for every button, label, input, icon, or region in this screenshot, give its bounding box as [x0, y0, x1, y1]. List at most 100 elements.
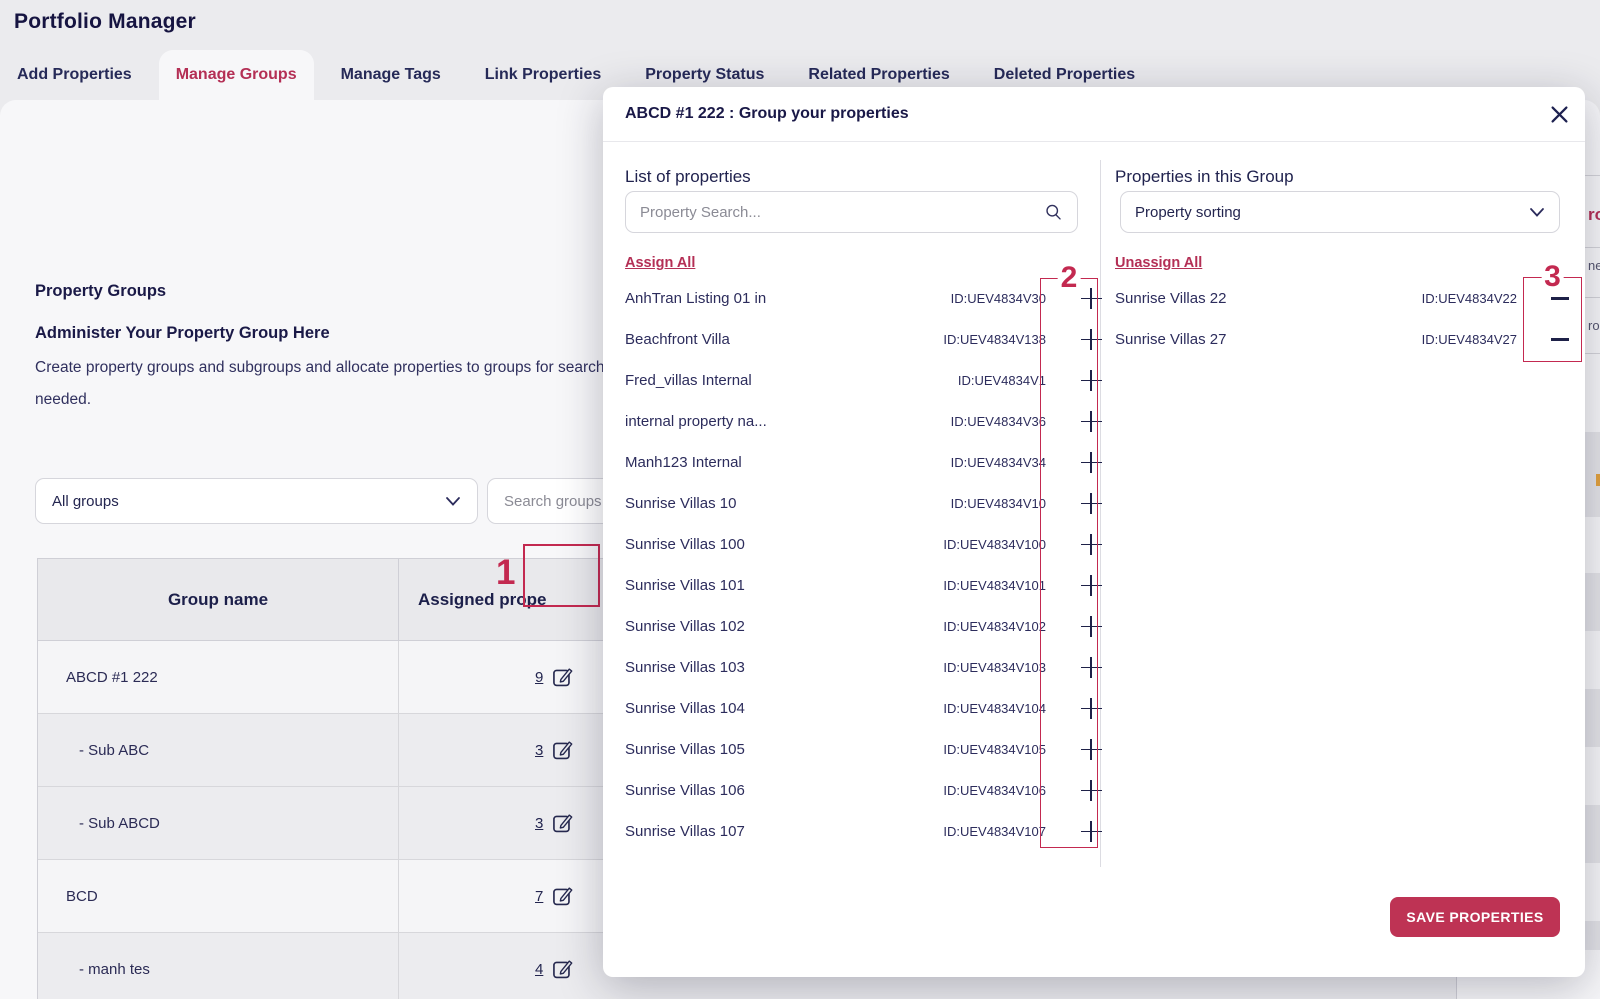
- property-id: ID:UEV4834V105: [943, 742, 1046, 757]
- background-row-band: [1585, 689, 1600, 747]
- portfolio-manager-page: Portfolio Manager Add Properties Manage …: [0, 0, 1600, 999]
- section-description-line2: needed.: [35, 391, 92, 408]
- tab-label: Property Status: [645, 66, 765, 83]
- property-list-item: Sunrise Villas 104 ID:UEV4834V104: [625, 688, 1102, 729]
- property-name: Sunrise Villas 101: [625, 577, 745, 594]
- available-properties-list: AnhTran Listing 01 in ID:UEV4834V30 Beac…: [625, 278, 1102, 852]
- tab-label: Deleted Properties: [993, 66, 1136, 83]
- property-name: Sunrise Villas 22: [1115, 290, 1227, 307]
- background-row-band: [1585, 573, 1600, 631]
- assigned-count-link[interactable]: 3: [535, 815, 543, 832]
- property-id: ID:UEV4834V103: [943, 660, 1046, 675]
- property-list-item: Sunrise Villas 10 ID:UEV4834V10: [625, 483, 1102, 524]
- background-icon-fragment: [1596, 474, 1600, 486]
- group-name: - Sub ABCD: [38, 787, 399, 859]
- property-list-item: Sunrise Villas 106 ID:UEV4834V106: [625, 770, 1102, 811]
- property-id: ID:UEV4834V10: [950, 496, 1046, 511]
- property-id: ID:UEV4834V104: [943, 701, 1046, 716]
- tab-label: Related Properties: [808, 66, 950, 83]
- tab-label: Link Properties: [484, 66, 602, 83]
- property-list-item: Sunrise Villas 102 ID:UEV4834V102: [625, 606, 1102, 647]
- property-id: ID:UEV4834V107: [943, 824, 1046, 839]
- edit-group-icon[interactable]: [551, 958, 573, 980]
- annotation-box-2: 2: [1040, 262, 1098, 848]
- property-sorting-select[interactable]: Property sorting: [1120, 191, 1560, 233]
- property-list-item: Manh123 Internal ID:UEV4834V34: [625, 442, 1102, 483]
- property-id: ID:UEV4834V27: [1421, 332, 1517, 347]
- background-row-band: [1585, 921, 1600, 950]
- edit-group-icon[interactable]: [551, 812, 573, 834]
- close-icon: [1550, 105, 1568, 123]
- properties-in-group-heading: Properties in this Group: [1115, 167, 1294, 186]
- group-properties-modal: ABCD #1 222 : Group your properties List…: [603, 87, 1585, 977]
- property-list-item: Sunrise Villas 105 ID:UEV4834V105: [625, 729, 1102, 770]
- edit-group-icon[interactable]: [551, 666, 573, 688]
- property-list-item: Beachfront Villa ID:UEV4834V138: [625, 319, 1102, 360]
- property-name: Sunrise Villas 102: [625, 618, 745, 635]
- close-button[interactable]: [1545, 100, 1573, 128]
- property-id: ID:UEV4834V100: [943, 537, 1046, 552]
- tab-label: Manage Tags: [340, 66, 441, 83]
- assigned-property-item: Sunrise Villas 22 ID:UEV4834V22: [1115, 278, 1569, 319]
- background-text-fragment: ne: [1588, 258, 1600, 273]
- tab-manage-groups[interactable]: Manage Groups: [158, 50, 314, 100]
- group-name: - manh tes: [38, 933, 399, 999]
- section-heading: Property Groups: [35, 282, 167, 300]
- divider: [1585, 353, 1600, 354]
- column-header-group-name: Group name: [38, 559, 399, 640]
- property-list-item: Sunrise Villas 103 ID:UEV4834V103: [625, 647, 1102, 688]
- property-name: Sunrise Villas 107: [625, 823, 745, 840]
- annotation-digit-2: 2: [1057, 262, 1081, 294]
- property-list-item: Sunrise Villas 107 ID:UEV4834V107: [625, 811, 1102, 852]
- property-list-item: AnhTran Listing 01 in ID:UEV4834V30: [625, 278, 1102, 319]
- property-id: ID:UEV4834V22: [1421, 291, 1517, 306]
- assigned-count-link[interactable]: 4: [535, 961, 543, 978]
- property-id: ID:UEV4834V138: [943, 332, 1046, 347]
- page-title: Portfolio Manager: [14, 10, 196, 33]
- tab-label: Manage Groups: [175, 66, 297, 83]
- property-list-item: internal property na... ID:UEV4834V36: [625, 401, 1102, 442]
- assigned-count-link[interactable]: 3: [535, 742, 543, 759]
- background-text-fragment: ro: [1588, 205, 1600, 224]
- tab-label: Add Properties: [17, 66, 132, 83]
- property-name: Manh123 Internal: [625, 454, 742, 471]
- property-id: ID:UEV4834V34: [950, 455, 1046, 470]
- group-filter-value: All groups: [52, 492, 119, 510]
- group-name: - Sub ABC: [38, 714, 399, 786]
- property-search-input[interactable]: [640, 203, 1044, 221]
- property-name: internal property na...: [625, 413, 767, 430]
- divider: [1585, 297, 1600, 298]
- property-id: ID:UEV4834V101: [943, 578, 1046, 593]
- save-properties-button[interactable]: SAVE PROPERTIES: [1390, 897, 1560, 937]
- property-id: ID:UEV4834V102: [943, 619, 1046, 634]
- edit-group-icon[interactable]: [551, 885, 573, 907]
- property-name: Sunrise Villas 100: [625, 536, 745, 553]
- property-name: Sunrise Villas 105: [625, 741, 745, 758]
- property-id: ID:UEV4834V30: [950, 291, 1046, 306]
- section-description-line1: Create property groups and subgroups and…: [35, 359, 625, 376]
- tab-add-properties[interactable]: Add Properties: [0, 50, 149, 100]
- property-id: ID:UEV4834V36: [950, 414, 1046, 429]
- section-subheading: Administer Your Property Group Here: [35, 324, 330, 342]
- property-name: Sunrise Villas 103: [625, 659, 745, 676]
- tab-link-properties[interactable]: Link Properties: [468, 50, 618, 100]
- property-search-field: [625, 191, 1078, 233]
- property-id: ID:UEV4834V1: [957, 373, 1046, 388]
- annotation-digit-3: 3: [1541, 261, 1564, 293]
- group-name: ABCD #1 222: [38, 641, 399, 713]
- property-name: Sunrise Villas 27: [1115, 331, 1227, 348]
- search-icon: [1046, 204, 1061, 220]
- modal-header-divider: [603, 141, 1585, 142]
- property-name: Fred_villas Internal: [625, 372, 752, 389]
- property-id: ID:UEV4834V106: [943, 783, 1046, 798]
- tab-manage-tags[interactable]: Manage Tags: [324, 50, 458, 100]
- unassign-all-link[interactable]: Unassign All: [1115, 255, 1202, 271]
- group-filter-select[interactable]: All groups: [35, 478, 478, 524]
- assign-all-link[interactable]: Assign All: [625, 255, 695, 271]
- assigned-count-link[interactable]: 7: [535, 888, 543, 905]
- annotation-box-3: 3: [1523, 261, 1582, 362]
- assigned-count-link[interactable]: 9: [535, 669, 543, 686]
- divider: [1585, 247, 1600, 248]
- property-sorting-value: Property sorting: [1135, 203, 1241, 221]
- edit-group-icon[interactable]: [551, 739, 573, 761]
